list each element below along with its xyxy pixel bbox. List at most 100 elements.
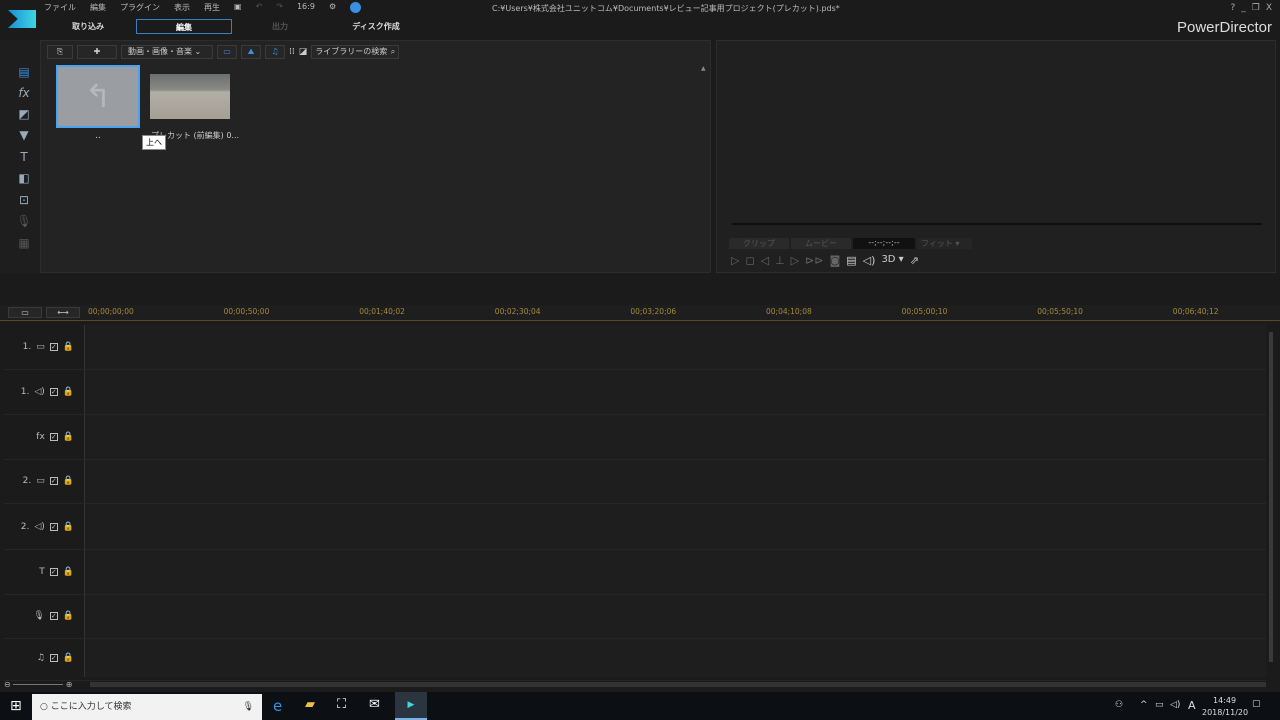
track-enable-checkbox[interactable]: ✓ bbox=[49, 477, 58, 485]
horizontal-scrollbar[interactable] bbox=[90, 682, 1266, 687]
explorer-icon[interactable]: ▰ bbox=[305, 697, 315, 712]
play-icon[interactable]: ▷ bbox=[731, 254, 739, 267]
notification-icon[interactable] bbox=[350, 2, 362, 13]
tab-edit[interactable]: 編集 bbox=[136, 19, 232, 34]
image-filter-icon[interactable]: ⛰ bbox=[241, 45, 261, 59]
lock-icon[interactable]: 🔒 bbox=[63, 522, 74, 532]
stop-icon[interactable]: ◻ bbox=[745, 254, 754, 267]
music-filter-icon[interactable]: ♫ bbox=[265, 45, 285, 59]
action-center-icon[interactable]: ▢ bbox=[1252, 699, 1261, 709]
lock-icon[interactable]: 🔒 bbox=[63, 432, 74, 442]
voiceover-icon[interactable]: 🎙 bbox=[14, 214, 34, 228]
timeline-track[interactable]: fx ✓ 🔒 bbox=[4, 415, 1266, 460]
chapter-icon[interactable]: ▦ bbox=[14, 236, 34, 250]
clock-date[interactable]: 2018/11/20 bbox=[1202, 708, 1248, 717]
minimize-button[interactable]: _ bbox=[1241, 3, 1246, 13]
menu-file[interactable]: ファイル bbox=[44, 2, 76, 13]
snapshot-icon[interactable]: ◙ bbox=[830, 254, 841, 267]
movie-mode-button[interactable]: ムービー bbox=[791, 238, 851, 249]
video-clip-thumbnail[interactable] bbox=[150, 74, 230, 119]
network-icon[interactable]: ▭ bbox=[1155, 700, 1164, 710]
track-enable-checkbox[interactable]: ✓ bbox=[49, 433, 58, 441]
lock-icon[interactable]: 🔒 bbox=[63, 653, 74, 663]
timeline-track[interactable]: 1. ◁) ✓ 🔒 bbox=[4, 370, 1266, 415]
windows-start-icon[interactable]: ⊞ bbox=[10, 698, 22, 714]
subtitle-icon[interactable]: ▤ bbox=[846, 254, 856, 267]
ime-indicator[interactable]: A bbox=[1188, 699, 1196, 712]
restore-button[interactable]: ❐ bbox=[1252, 3, 1260, 13]
menu-play[interactable]: 再生 bbox=[204, 2, 220, 13]
undock-icon[interactable]: ⇗ bbox=[910, 254, 919, 267]
menu-view[interactable]: 表示 bbox=[174, 2, 190, 13]
store-icon[interactable]: ⛶ bbox=[337, 697, 346, 712]
track-enable-checkbox[interactable]: ✓ bbox=[49, 523, 58, 531]
audio-mix-icon[interactable]: ⊡ bbox=[14, 193, 34, 207]
track-enable-checkbox[interactable]: ✓ bbox=[49, 343, 58, 351]
settings-icon[interactable]: ⚙ bbox=[329, 2, 336, 13]
menu-edit[interactable]: 編集 bbox=[90, 2, 106, 13]
taskbar-search[interactable]: ○ ここに入力して検索 🎙 bbox=[32, 694, 262, 720]
timeline-track[interactable]: T ✓ 🔒 bbox=[4, 550, 1266, 595]
lock-icon[interactable]: 🔒 bbox=[63, 342, 74, 352]
track-enable-checkbox[interactable]: ✓ bbox=[49, 654, 58, 662]
timeline-track[interactable]: 2. ▭ ✓ 🔒 bbox=[4, 459, 1266, 504]
redo-icon[interactable]: ↷ bbox=[276, 2, 283, 13]
speaker-icon[interactable]: ◁) bbox=[1170, 700, 1180, 710]
view-grid-icon[interactable]: ⁞⁞ bbox=[289, 47, 295, 57]
seek-bar[interactable] bbox=[732, 223, 1262, 225]
import-media-button[interactable]: ⎘ bbox=[47, 45, 73, 59]
fast-forward-icon[interactable]: ⊳⊳ bbox=[805, 254, 823, 267]
fx-room-icon[interactable]: fx bbox=[14, 86, 34, 100]
folder-up-item[interactable]: ↰ bbox=[56, 65, 140, 128]
clip-mode-button[interactable]: クリップ bbox=[729, 238, 789, 249]
undo-icon[interactable]: ↶ bbox=[256, 2, 263, 13]
timeline-track[interactable]: 2. ◁) ✓ 🔒 bbox=[4, 505, 1266, 550]
track-enable-checkbox[interactable]: ✓ bbox=[49, 612, 58, 620]
edge-icon[interactable]: e bbox=[273, 697, 282, 715]
zoom-slider[interactable]: ⊖ ⊕ bbox=[4, 680, 88, 689]
fit-select[interactable]: フィット ▾ bbox=[917, 238, 972, 249]
transition-room-icon[interactable]: ◧ bbox=[14, 171, 34, 185]
fit-timeline-button[interactable]: ⟷ bbox=[46, 307, 80, 318]
split-icon[interactable]: ⊥ bbox=[775, 254, 785, 267]
next-frame-icon[interactable]: ▷ bbox=[791, 254, 799, 267]
tab-import[interactable]: 取り込み bbox=[40, 19, 136, 34]
track-enable-checkbox[interactable]: ✓ bbox=[49, 568, 58, 576]
particle-room-icon[interactable]: ▼ bbox=[14, 128, 34, 142]
prev-frame-icon[interactable]: ◁ bbox=[761, 254, 769, 267]
plugin-button[interactable]: ✚ bbox=[77, 45, 117, 59]
close-button[interactable]: X bbox=[1266, 3, 1272, 13]
pip-room-icon[interactable]: ◩ bbox=[14, 107, 34, 121]
media-filter-select[interactable]: 動画・画像・音楽 ⌄ bbox=[121, 45, 213, 59]
timeline-track[interactable]: 🎙 ✓ 🔒 bbox=[4, 594, 1266, 639]
3d-toggle[interactable]: 3D ▾ bbox=[881, 254, 903, 267]
tab-disc[interactable]: ディスク作成 bbox=[328, 19, 424, 34]
timeline-scrollbar[interactable] bbox=[1267, 324, 1275, 676]
library-scrollbar[interactable]: ▲ bbox=[701, 65, 707, 265]
mail-icon[interactable]: ✉ bbox=[369, 697, 380, 712]
media-room-icon[interactable]: ▤ bbox=[14, 65, 34, 79]
powerdirector-taskbar-icon[interactable]: ▶ bbox=[395, 692, 427, 720]
track-enable-checkbox[interactable]: ✓ bbox=[49, 388, 58, 396]
video-filter-icon[interactable]: ▭ bbox=[217, 45, 237, 59]
save-icon[interactable]: ▣ bbox=[234, 2, 242, 13]
tray-chevron-icon[interactable]: ^ bbox=[1140, 700, 1148, 710]
timecode-display[interactable]: --;--;--;-- bbox=[853, 238, 915, 249]
menu-plugin[interactable]: プラグイン bbox=[120, 2, 160, 13]
tab-produce[interactable]: 出力 bbox=[232, 19, 328, 34]
lock-icon[interactable]: 🔒 bbox=[63, 611, 74, 621]
lock-icon[interactable]: 🔒 bbox=[63, 476, 74, 486]
lock-icon[interactable]: 🔒 bbox=[63, 567, 74, 577]
thumbnail-size-icon[interactable]: ◪ bbox=[299, 47, 308, 57]
help-button[interactable]: ? bbox=[1230, 3, 1235, 13]
title-room-icon[interactable]: T bbox=[14, 150, 34, 164]
aspect-ratio-select[interactable]: 16:9 bbox=[297, 2, 315, 13]
timeline-track[interactable]: 1. ▭ ✓ 🔒 bbox=[4, 325, 1266, 370]
volume-icon[interactable]: ◁) bbox=[863, 254, 876, 267]
lock-icon[interactable]: 🔒 bbox=[63, 387, 74, 397]
timeline-track[interactable]: ♫ ✓ 🔒 bbox=[4, 636, 1266, 681]
people-icon[interactable]: ⚇ bbox=[1115, 700, 1123, 710]
mic-icon[interactable]: 🎙 bbox=[243, 694, 254, 720]
library-search-input[interactable]: ライブラリーの検索 ⌕ bbox=[311, 45, 400, 59]
track-manager-button[interactable]: ▭ bbox=[8, 307, 42, 318]
